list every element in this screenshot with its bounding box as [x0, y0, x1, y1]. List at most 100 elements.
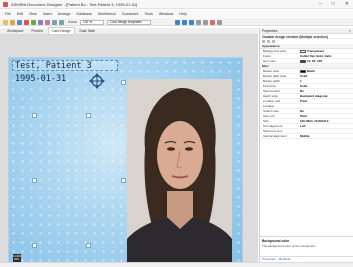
- resize-handle[interactable]: [32, 178, 37, 183]
- grid-icon[interactable]: [217, 19, 222, 25]
- birth-date-field[interactable]: 1995-01-31: [15, 74, 66, 84]
- property-value[interactable]: Solid: [300, 84, 353, 88]
- redo-icon[interactable]: [59, 19, 64, 25]
- menu-workbench[interactable]: Workbench: [98, 12, 116, 16]
- property-name: Vertical alignment: [263, 134, 287, 138]
- print-icon[interactable]: [24, 19, 29, 25]
- undo-icon[interactable]: [52, 19, 57, 25]
- template-select[interactable]: Card design templates: [107, 19, 151, 25]
- new-document-icon[interactable]: [3, 19, 8, 25]
- property-value-text: Transparent: [307, 49, 325, 53]
- menu-help[interactable]: Help: [179, 12, 186, 16]
- cut-icon[interactable]: [31, 19, 36, 25]
- property-value[interactable]: Transparent: [300, 49, 353, 53]
- property-name: Text color: [263, 59, 276, 63]
- status-bar: [0, 262, 353, 267]
- resize-handle[interactable]: [121, 178, 126, 183]
- properties-panel: Properties × Variable design element (Mu…: [259, 28, 353, 262]
- property-value[interactable]: Pixel: [300, 99, 353, 103]
- resize-handle[interactable]: [86, 243, 91, 248]
- delete-icon[interactable]: [210, 19, 215, 25]
- property-name: Fit format: [263, 84, 276, 88]
- paste-icon[interactable]: [45, 19, 50, 25]
- property-value[interactable]: Middle: [300, 134, 353, 138]
- property-value[interactable]: [300, 104, 353, 108]
- send-back-icon[interactable]: [203, 19, 208, 25]
- resize-handle[interactable]: [32, 243, 37, 248]
- bring-front-icon[interactable]: [196, 19, 201, 25]
- color-swatch: [300, 69, 306, 73]
- close-button[interactable]: ✕: [345, 1, 349, 7]
- alphabetical-view-icon[interactable]: [267, 40, 270, 43]
- property-value-text: 10, 66, 128: [307, 59, 323, 63]
- resize-handle[interactable]: [121, 80, 126, 85]
- color-swatch: [300, 49, 306, 53]
- property-value[interactable]: Black: [300, 69, 353, 73]
- save-icon[interactable]: [17, 19, 22, 25]
- title-bar: ASMIRA Document Designer - [Patient Bo -…: [0, 0, 353, 9]
- property-value[interactable]: Left: [300, 124, 353, 128]
- property-name: Border width: [263, 79, 280, 83]
- tab-workspace[interactable]: Workspace: [4, 28, 26, 34]
- align-left-icon[interactable]: [175, 19, 180, 25]
- menu-database[interactable]: Database: [77, 12, 92, 16]
- property-name: Stretch size: [263, 109, 279, 113]
- properties-title: Properties: [262, 29, 278, 33]
- categorized-view-icon[interactable]: [262, 40, 265, 43]
- menu-document[interactable]: Document: [122, 12, 138, 16]
- description-text: The background color of the component.: [262, 244, 316, 248]
- move-handle-icon[interactable]: [89, 73, 105, 89]
- property-row[interactable]: Vertical alignment Middle: [260, 134, 353, 139]
- menu-windows[interactable]: Windows: [159, 12, 174, 16]
- design-workspace[interactable]: Test, Patient 3 1995-01-31 CARD DPL: [0, 35, 258, 267]
- open-folder-icon[interactable]: [10, 19, 15, 25]
- menu-view[interactable]: View: [29, 12, 37, 16]
- property-value[interactable]: Backward diagonal: [300, 94, 353, 98]
- tab-card-design[interactable]: Card Design: [48, 27, 75, 34]
- menu-file[interactable]: File: [5, 12, 11, 16]
- patient-name-field[interactable]: Test, Patient 3: [15, 61, 92, 71]
- property-name: Border dash style: [263, 74, 287, 78]
- toolbar: Zoom 100 % Card design templates: [0, 18, 353, 26]
- property-name: Border color: [263, 69, 280, 73]
- align-center-icon[interactable]: [182, 19, 187, 25]
- property-value[interactable]: Pixel: [300, 114, 353, 118]
- property-value[interactable]: [300, 129, 353, 133]
- align-right-icon[interactable]: [189, 19, 194, 25]
- property-value[interactable]: Calibri 8pt, Bold, Italic: [300, 54, 353, 58]
- property-value[interactable]: No: [300, 109, 353, 113]
- property-value[interactable]: Solid: [300, 74, 353, 78]
- property-name: Text alignment: [263, 124, 283, 128]
- property-name: Background color: [263, 49, 287, 53]
- property-value[interactable]: No: [300, 89, 353, 93]
- copy-icon[interactable]: [38, 19, 43, 25]
- zoom-label: Zoom: [68, 20, 77, 24]
- minimize-button[interactable]: –: [319, 1, 322, 7]
- tab-data-table[interactable]: Data Table: [77, 28, 99, 34]
- portrait-image: [127, 79, 232, 267]
- tab-preview[interactable]: Preview: [28, 28, 46, 34]
- menu-tools[interactable]: Tools: [144, 12, 152, 16]
- resize-handle[interactable]: [86, 113, 91, 118]
- zoom-select[interactable]: 100 %: [80, 19, 104, 25]
- card-design-canvas[interactable]: Test, Patient 3 1995-01-31 CARD DPL: [8, 57, 243, 267]
- property-name: Show text icon: [263, 129, 283, 133]
- app-logo-icon: [3, 2, 8, 7]
- property-value-text: Black: [307, 69, 316, 73]
- window-title: ASMIRA Document Designer - [Patient Bo -…: [11, 2, 138, 7]
- property-value[interactable]: 1: [300, 79, 353, 83]
- color-swatch: [300, 59, 306, 63]
- close-icon[interactable]: ×: [349, 28, 351, 33]
- menu-edit[interactable]: Edit: [17, 12, 23, 16]
- menu-insert[interactable]: Insert: [43, 12, 52, 16]
- properties-header: Properties ×: [260, 28, 353, 34]
- property-value[interactable]: 10, 66, 128: [300, 59, 353, 63]
- property-value[interactable]: 100,0994, 20,691310: [300, 119, 353, 123]
- patient-photo[interactable]: [127, 79, 232, 267]
- maximize-button[interactable]: □: [332, 1, 335, 7]
- property-pages-icon[interactable]: [272, 40, 275, 43]
- property-name: Hatch style: [263, 94, 278, 98]
- menu-arrange[interactable]: Arrange: [58, 12, 71, 16]
- property-name: Show border: [263, 89, 281, 93]
- resize-handle[interactable]: [32, 113, 37, 118]
